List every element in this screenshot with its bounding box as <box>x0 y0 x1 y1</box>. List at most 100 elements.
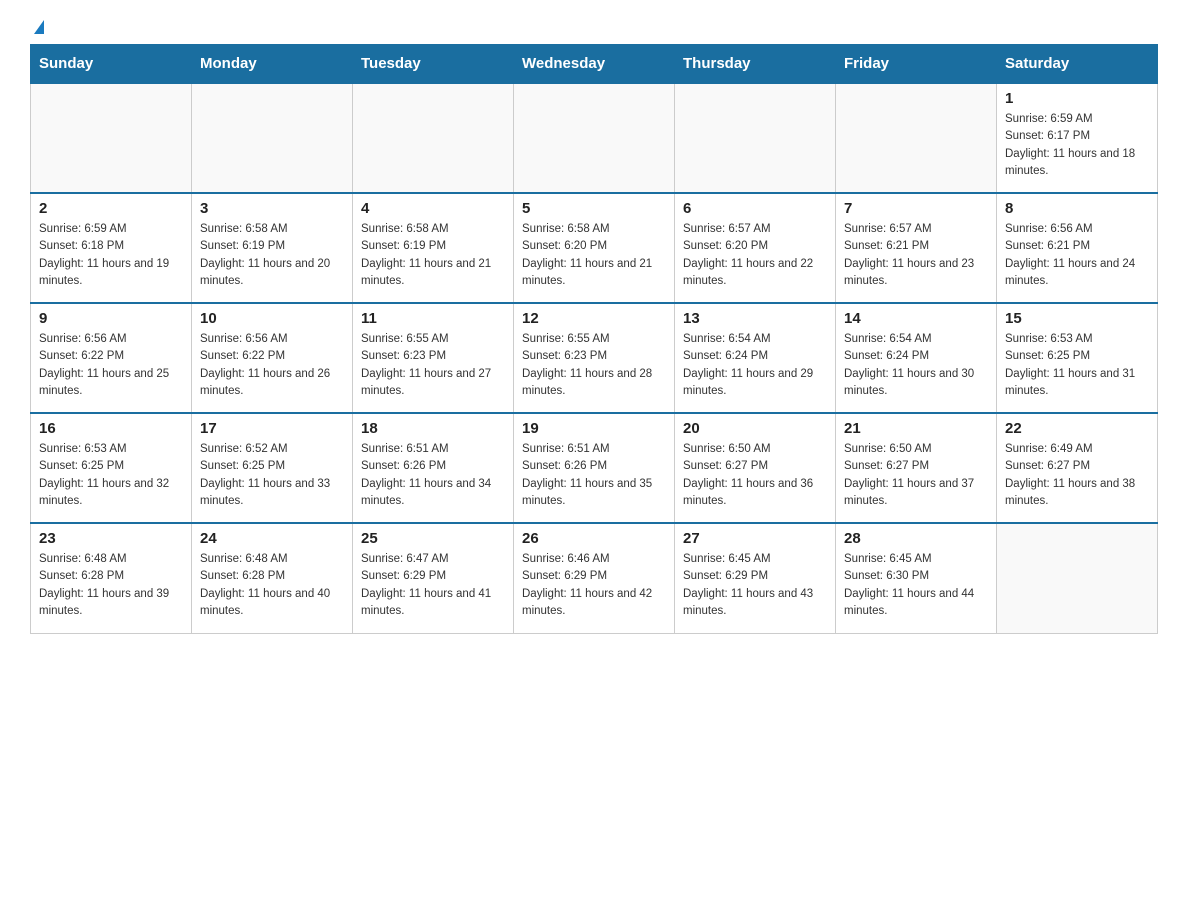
calendar-cell: 1Sunrise: 6:59 AMSunset: 6:17 PMDaylight… <box>997 83 1158 193</box>
calendar-cell: 24Sunrise: 6:48 AMSunset: 6:28 PMDayligh… <box>192 523 353 633</box>
day-number: 21 <box>844 420 988 437</box>
day-number: 1 <box>1005 90 1149 107</box>
calendar-cell: 5 Sunrise: 6:58 AMSunset: 6:20 PMDaylight… <box>514 193 675 303</box>
calendar-cell: 13 Sunrise: 6:54 AMSunset: 6:24 PMDayligh… <box>675 303 836 413</box>
logo-triangle-icon <box>34 20 44 34</box>
calendar-cell: 3 Sunrise: 6:58 AMSunset: 6:19 PMDaylight… <box>192 193 353 303</box>
calendar-cell: 19 Sunrise: 6:51 AMSunset: 6:26 PMDayligh… <box>514 413 675 523</box>
calendar-cell: 14Sunrise: 6:54 AMSunset: 6:24 PMDayligh… <box>836 303 997 413</box>
calendar-cell: 25 Sunrise: 6:47 AMSunset: 6:29 PMDayligh… <box>353 523 514 633</box>
day-info: Sunrise: 6:58 AMSunset: 6:20 PMDaylight:… <box>522 221 666 290</box>
day-number: 22 <box>1005 420 1149 437</box>
calendar-cell <box>353 83 514 193</box>
day-info: Sunrise: 6:51 AMSunset: 6:26 PMDaylight:… <box>361 441 505 510</box>
calendar-week-row: 9 Sunrise: 6:56 AMSunset: 6:22 PMDaylight… <box>31 303 1158 413</box>
page-header <box>30 20 1158 34</box>
calendar-cell: 28 Sunrise: 6:45 AMSunset: 6:30 PMDayligh… <box>836 523 997 633</box>
calendar-cell: 27 Sunrise: 6:45 AMSunset: 6:29 PMDayligh… <box>675 523 836 633</box>
calendar-cell: 26Sunrise: 6:46 AMSunset: 6:29 PMDayligh… <box>514 523 675 633</box>
day-info: Sunrise: 6:55 AMSunset: 6:23 PMDaylight:… <box>522 331 666 400</box>
calendar-table: SundayMondayTuesdayWednesdayThursdayFrid… <box>30 44 1158 634</box>
day-number: 28 <box>844 530 988 547</box>
calendar-cell: 11 Sunrise: 6:55 AMSunset: 6:23 PMDayligh… <box>353 303 514 413</box>
day-info: Sunrise: 6:55 AMSunset: 6:23 PMDaylight:… <box>361 331 505 400</box>
day-number: 23 <box>39 530 183 547</box>
day-info: Sunrise: 6:48 AMSunset: 6:28 PMDaylight:… <box>200 551 344 620</box>
calendar-cell <box>514 83 675 193</box>
day-info: Sunrise: 6:57 AMSunset: 6:21 PMDaylight:… <box>844 221 988 290</box>
day-info: Sunrise: 6:50 AMSunset: 6:27 PMDaylight:… <box>844 441 988 510</box>
day-info: Sunrise: 6:59 AMSunset: 6:18 PMDaylight:… <box>39 221 183 290</box>
calendar-cell: 17 Sunrise: 6:52 AMSunset: 6:25 PMDayligh… <box>192 413 353 523</box>
day-number: 25 <box>361 530 505 547</box>
day-number: 19 <box>522 420 666 437</box>
column-header-sunday: Sunday <box>31 45 192 84</box>
calendar-week-row: 16 Sunrise: 6:53 AMSunset: 6:25 PMDayligh… <box>31 413 1158 523</box>
logo <box>30 20 44 34</box>
day-info: Sunrise: 6:58 AMSunset: 6:19 PMDaylight:… <box>361 221 505 290</box>
column-header-monday: Monday <box>192 45 353 84</box>
day-number: 13 <box>683 310 827 327</box>
calendar-cell <box>836 83 997 193</box>
calendar-cell: 18 Sunrise: 6:51 AMSunset: 6:26 PMDayligh… <box>353 413 514 523</box>
calendar-cell: 4Sunrise: 6:58 AMSunset: 6:19 PMDaylight… <box>353 193 514 303</box>
day-number: 17 <box>200 420 344 437</box>
day-number: 11 <box>361 310 505 327</box>
day-info: Sunrise: 6:54 AMSunset: 6:24 PMDaylight:… <box>683 331 827 400</box>
column-header-tuesday: Tuesday <box>353 45 514 84</box>
calendar-cell <box>192 83 353 193</box>
day-info: Sunrise: 6:52 AMSunset: 6:25 PMDaylight:… <box>200 441 344 510</box>
calendar-week-row: 1Sunrise: 6:59 AMSunset: 6:17 PMDaylight… <box>31 83 1158 193</box>
calendar-cell: 20Sunrise: 6:50 AMSunset: 6:27 PMDayligh… <box>675 413 836 523</box>
day-number: 5 <box>522 200 666 217</box>
day-info: Sunrise: 6:47 AMSunset: 6:29 PMDaylight:… <box>361 551 505 620</box>
day-info: Sunrise: 6:53 AMSunset: 6:25 PMDaylight:… <box>39 441 183 510</box>
day-number: 14 <box>844 310 988 327</box>
day-number: 6 <box>683 200 827 217</box>
day-number: 9 <box>39 310 183 327</box>
day-info: Sunrise: 6:51 AMSunset: 6:26 PMDaylight:… <box>522 441 666 510</box>
day-info: Sunrise: 6:56 AMSunset: 6:22 PMDaylight:… <box>39 331 183 400</box>
day-info: Sunrise: 6:53 AMSunset: 6:25 PMDaylight:… <box>1005 331 1149 400</box>
day-number: 27 <box>683 530 827 547</box>
calendar-cell: 12 Sunrise: 6:55 AMSunset: 6:23 PMDayligh… <box>514 303 675 413</box>
calendar-cell: 21 Sunrise: 6:50 AMSunset: 6:27 PMDayligh… <box>836 413 997 523</box>
day-info: Sunrise: 6:46 AMSunset: 6:29 PMDaylight:… <box>522 551 666 620</box>
calendar-header-row: SundayMondayTuesdayWednesdayThursdayFrid… <box>31 45 1158 84</box>
day-number: 12 <box>522 310 666 327</box>
calendar-cell <box>31 83 192 193</box>
day-info: Sunrise: 6:45 AMSunset: 6:30 PMDaylight:… <box>844 551 988 620</box>
calendar-cell <box>675 83 836 193</box>
day-number: 8 <box>1005 200 1149 217</box>
day-number: 2 <box>39 200 183 217</box>
day-number: 3 <box>200 200 344 217</box>
day-info: Sunrise: 6:48 AMSunset: 6:28 PMDaylight:… <box>39 551 183 620</box>
column-header-friday: Friday <box>836 45 997 84</box>
day-number: 16 <box>39 420 183 437</box>
day-info: Sunrise: 6:57 AMSunset: 6:20 PMDaylight:… <box>683 221 827 290</box>
calendar-cell: 23 Sunrise: 6:48 AMSunset: 6:28 PMDayligh… <box>31 523 192 633</box>
calendar-week-row: 23 Sunrise: 6:48 AMSunset: 6:28 PMDayligh… <box>31 523 1158 633</box>
calendar-cell: 22 Sunrise: 6:49 AMSunset: 6:27 PMDayligh… <box>997 413 1158 523</box>
calendar-week-row: 2 Sunrise: 6:59 AMSunset: 6:18 PMDaylight… <box>31 193 1158 303</box>
day-number: 18 <box>361 420 505 437</box>
calendar-cell: 2 Sunrise: 6:59 AMSunset: 6:18 PMDaylight… <box>31 193 192 303</box>
column-header-thursday: Thursday <box>675 45 836 84</box>
column-header-wednesday: Wednesday <box>514 45 675 84</box>
calendar-cell: 16 Sunrise: 6:53 AMSunset: 6:25 PMDayligh… <box>31 413 192 523</box>
day-info: Sunrise: 6:56 AMSunset: 6:22 PMDaylight:… <box>200 331 344 400</box>
calendar-cell: 6 Sunrise: 6:57 AMSunset: 6:20 PMDaylight… <box>675 193 836 303</box>
day-info: Sunrise: 6:50 AMSunset: 6:27 PMDaylight:… <box>683 441 827 510</box>
day-info: Sunrise: 6:58 AMSunset: 6:19 PMDaylight:… <box>200 221 344 290</box>
day-number: 15 <box>1005 310 1149 327</box>
calendar-cell: 15 Sunrise: 6:53 AMSunset: 6:25 PMDayligh… <box>997 303 1158 413</box>
column-header-saturday: Saturday <box>997 45 1158 84</box>
day-info: Sunrise: 6:45 AMSunset: 6:29 PMDaylight:… <box>683 551 827 620</box>
day-number: 10 <box>200 310 344 327</box>
calendar-cell <box>997 523 1158 633</box>
calendar-cell: 10 Sunrise: 6:56 AMSunset: 6:22 PMDayligh… <box>192 303 353 413</box>
calendar-cell: 7Sunrise: 6:57 AMSunset: 6:21 PMDaylight… <box>836 193 997 303</box>
calendar-cell: 8Sunrise: 6:56 AMSunset: 6:21 PMDaylight… <box>997 193 1158 303</box>
calendar-cell: 9 Sunrise: 6:56 AMSunset: 6:22 PMDaylight… <box>31 303 192 413</box>
day-info: Sunrise: 6:49 AMSunset: 6:27 PMDaylight:… <box>1005 441 1149 510</box>
